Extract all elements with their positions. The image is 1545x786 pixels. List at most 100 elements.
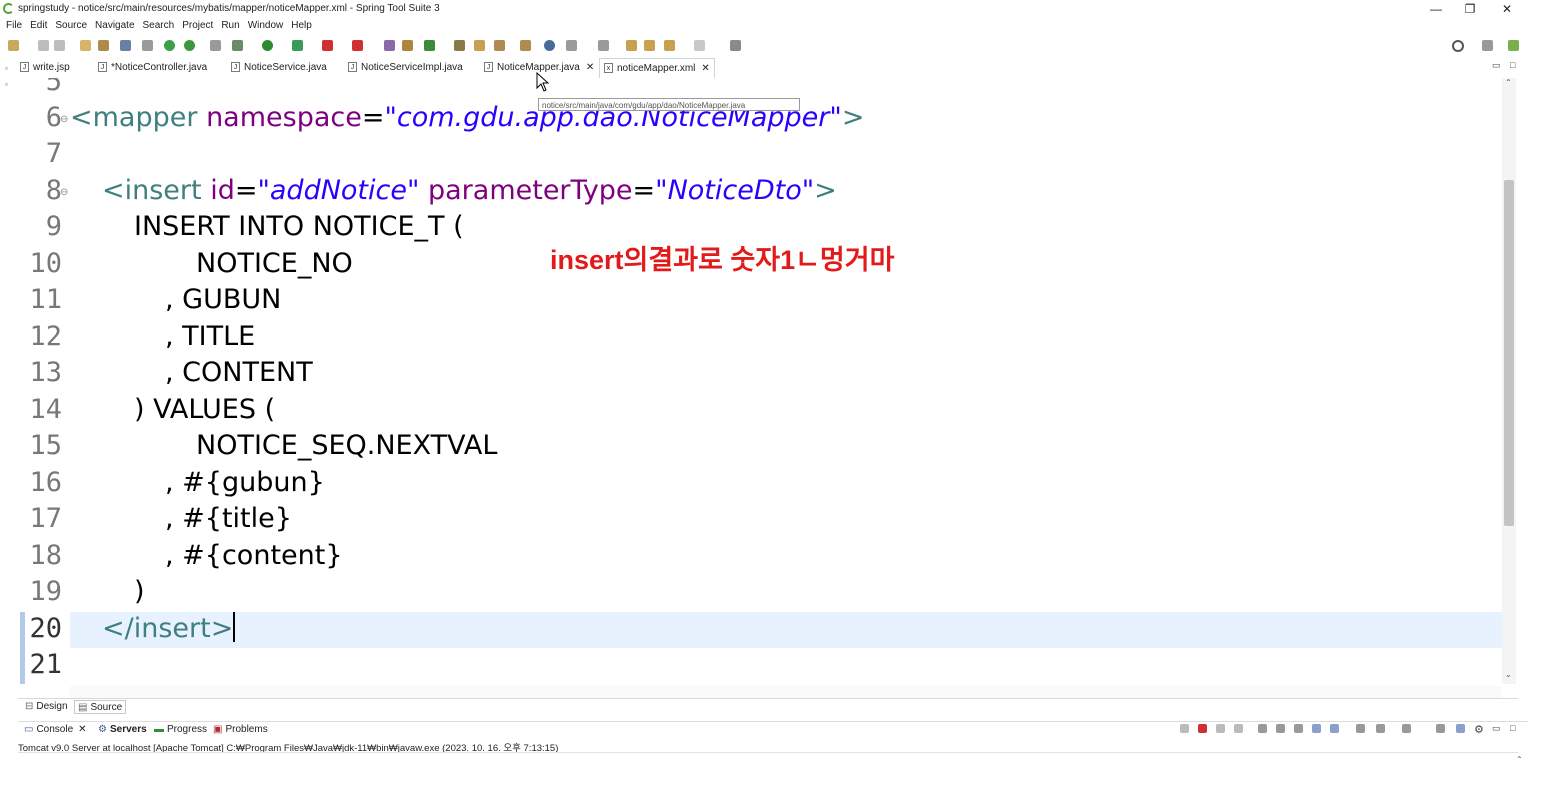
tab-notice-controller[interactable]: J *NoticeController.java bbox=[98, 58, 207, 78]
console-icon: ▭ bbox=[24, 724, 34, 735]
back-icon[interactable] bbox=[664, 40, 675, 51]
coverage-icon[interactable] bbox=[292, 40, 303, 51]
pin-icon[interactable] bbox=[644, 40, 655, 51]
annotation-text: insert의결과로 숫자1ㄴ멍거마 bbox=[550, 245, 895, 275]
fold-icon[interactable]: ⊖ bbox=[60, 114, 68, 125]
new-class-icon[interactable] bbox=[402, 40, 413, 51]
console-toolbar-icon[interactable] bbox=[1180, 724, 1189, 733]
restore-button[interactable]: ❐ bbox=[1452, 0, 1488, 18]
minimize-editor-icon[interactable]: ▭ bbox=[1492, 60, 1501, 71]
main-toolbar bbox=[0, 36, 1545, 56]
run-icon[interactable] bbox=[262, 40, 273, 51]
spring-perspective-icon[interactable] bbox=[1508, 40, 1519, 51]
word-wrap-icon[interactable] bbox=[1276, 724, 1285, 733]
open-console-icon[interactable] bbox=[1376, 724, 1385, 733]
perspective-icon[interactable] bbox=[1482, 40, 1493, 51]
tab-progress[interactable]: ▬ Progress bbox=[154, 723, 207, 737]
tab-write-jsp[interactable]: Jwrite.jsp bbox=[20, 58, 70, 78]
skip-breakpoints-icon[interactable] bbox=[142, 40, 153, 51]
tab-console[interactable]: ▭ Console ✕ bbox=[24, 723, 87, 737]
refresh-icon[interactable] bbox=[184, 40, 195, 51]
open-type-icon[interactable] bbox=[98, 40, 109, 51]
open-perspective-icon[interactable] bbox=[730, 40, 741, 51]
tab-notice-mapper-xml[interactable]: x noticeMapper.xml ✕ bbox=[599, 58, 715, 78]
menu-edit[interactable]: Edit bbox=[26, 18, 51, 34]
scroll-up-icon[interactable]: ⌃ bbox=[1505, 78, 1512, 87]
view-menu-icon[interactable] bbox=[1436, 724, 1445, 733]
menu-run[interactable]: Run bbox=[217, 18, 243, 34]
tab-problems[interactable]: ▣ Problems bbox=[213, 723, 268, 737]
code-area[interactable]: <mapper namespace="com.gdu.app.dao.Notic… bbox=[70, 78, 1502, 686]
xml-editor[interactable]: 5 6 ⊖ 7 8 ⊖ 9 10 11 12 13 14 15 16 17 18… bbox=[18, 78, 1518, 686]
java-icon[interactable] bbox=[1456, 724, 1465, 733]
terminal-icon[interactable] bbox=[120, 40, 131, 51]
save-icon[interactable] bbox=[38, 40, 49, 51]
previous-annotation-icon[interactable] bbox=[598, 40, 609, 51]
menu-window[interactable]: Window bbox=[244, 18, 288, 34]
vertical-scrollbar[interactable]: ⌃ ⌄ bbox=[1502, 78, 1516, 684]
print-icon[interactable] bbox=[80, 40, 91, 51]
spring-boot-icon[interactable] bbox=[164, 40, 175, 51]
menu-file[interactable]: File bbox=[0, 18, 26, 34]
remove-launch-icon[interactable] bbox=[1216, 724, 1225, 733]
maximize-view-icon[interactable]: □ bbox=[1510, 723, 1515, 733]
menu-navigate[interactable]: Navigate bbox=[91, 18, 138, 34]
scroll-lock-icon[interactable] bbox=[1258, 724, 1267, 733]
open-task-icon[interactable] bbox=[454, 40, 465, 51]
stop-icon[interactable] bbox=[322, 40, 333, 51]
search-icon[interactable] bbox=[1452, 40, 1464, 52]
scrollbar-thumb[interactable] bbox=[1504, 180, 1514, 526]
forward-icon[interactable] bbox=[694, 40, 705, 51]
remove-all-icon[interactable] bbox=[1234, 724, 1243, 733]
close-console-icon[interactable]: ✕ bbox=[78, 724, 86, 735]
menu-help[interactable]: Help bbox=[287, 18, 316, 34]
gear-icon[interactable]: ⚙ bbox=[1474, 723, 1484, 736]
close-tab-icon[interactable]: ✕ bbox=[586, 62, 594, 73]
debug-icon[interactable] bbox=[232, 40, 243, 51]
open-folder-icon[interactable] bbox=[474, 40, 485, 51]
pin-console-icon[interactable] bbox=[1330, 724, 1339, 733]
pen-icon[interactable] bbox=[494, 40, 505, 51]
java-file-icon: J bbox=[98, 62, 107, 73]
globe-icon[interactable] bbox=[544, 40, 555, 51]
external-tools-icon[interactable] bbox=[352, 40, 363, 51]
terminate-icon[interactable] bbox=[1198, 724, 1207, 733]
new-package-icon[interactable] bbox=[384, 40, 395, 51]
next-annotation-icon[interactable] bbox=[566, 40, 577, 51]
close-tab-icon[interactable]: ✕ bbox=[701, 63, 709, 74]
tab-notice-service-impl[interactable]: J NoticeServiceImpl.java bbox=[348, 58, 463, 78]
menu-project[interactable]: Project bbox=[178, 18, 217, 34]
minimize-button[interactable]: — bbox=[1418, 0, 1454, 18]
horizontal-scrollbar[interactable] bbox=[70, 686, 1502, 698]
tab-source[interactable]: ▤ Source bbox=[74, 700, 127, 714]
new-console-icon[interactable] bbox=[1402, 724, 1411, 733]
maximize-editor-icon[interactable]: □ bbox=[1510, 60, 1515, 70]
code-line-17: , #{title} bbox=[165, 503, 292, 534]
link-icon[interactable] bbox=[210, 40, 221, 51]
last-edit-icon[interactable] bbox=[626, 40, 637, 51]
restore-view-icon[interactable]: ▫ bbox=[5, 64, 8, 73]
console-view-tabs: ▭ Console ✕ ⚙ Servers ▬ Progress ▣ Problems ⚙… bbox=[18, 721, 1528, 738]
tab-notice-service[interactable]: J NoticeService.java bbox=[231, 58, 327, 78]
display-console-icon[interactable] bbox=[1356, 724, 1365, 733]
scroll-up-icon[interactable]: ⌃ bbox=[1516, 755, 1523, 764]
tab-design[interactable]: ⊟ Design bbox=[22, 700, 71, 714]
new-icon[interactable] bbox=[8, 40, 19, 51]
minimize-view-icon[interactable]: ▭ bbox=[1492, 723, 1501, 734]
scroll-down-icon[interactable]: ⌄ bbox=[1505, 670, 1512, 679]
close-button[interactable]: ✕ bbox=[1489, 0, 1525, 18]
show-stdout-icon[interactable] bbox=[1294, 724, 1303, 733]
new-wizard-icon[interactable] bbox=[424, 40, 435, 51]
search-file-icon[interactable] bbox=[520, 40, 531, 51]
line-number: 19 bbox=[29, 576, 62, 607]
menu-source[interactable]: Source bbox=[51, 18, 91, 34]
line-number: 12 bbox=[29, 321, 62, 352]
menu-search[interactable]: Search bbox=[139, 18, 179, 34]
tab-servers[interactable]: ⚙ Servers bbox=[98, 723, 147, 737]
package-explorer-icon[interactable]: ▫ bbox=[5, 80, 8, 89]
console-output[interactable]: ⌃ bbox=[18, 752, 1523, 786]
line-number: 21 bbox=[29, 649, 62, 680]
fold-icon[interactable]: ⊖ bbox=[60, 187, 68, 198]
save-all-icon[interactable] bbox=[54, 40, 65, 51]
show-stderr-icon[interactable] bbox=[1312, 724, 1321, 733]
